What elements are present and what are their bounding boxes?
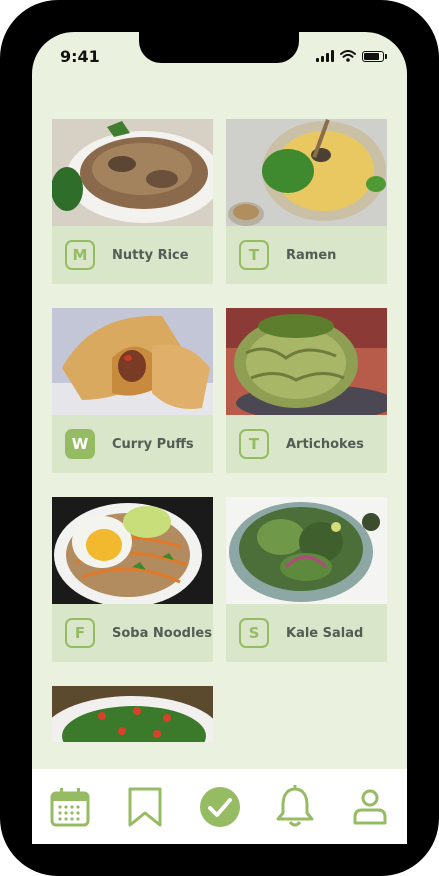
recipe-photo — [226, 497, 387, 604]
status-icons — [316, 50, 387, 62]
tab-calendar[interactable] — [47, 784, 93, 830]
recipe-label-row: T Artichokes — [226, 415, 387, 473]
recipe-card[interactable]: F Soba Noodles — [52, 497, 213, 662]
recipe-label-row: S Kale Salad — [226, 604, 387, 662]
recipe-card[interactable]: S Kale Salad — [226, 497, 387, 662]
day-badge: W — [65, 429, 95, 459]
recipe-name: Artichokes — [286, 436, 364, 452]
recipe-name: Ramen — [286, 247, 337, 263]
recipe-card[interactable]: T Ramen — [226, 119, 387, 284]
recipe-name: Soba Noodles — [112, 625, 212, 641]
battery-icon — [362, 50, 384, 62]
recipe-name: Curry Puffs — [112, 436, 194, 452]
check-circle-icon — [199, 786, 240, 827]
user-icon — [353, 789, 386, 824]
recipe-photo — [226, 308, 387, 415]
recipe-photo — [52, 119, 213, 226]
calendar-icon — [50, 787, 89, 826]
day-badge: T — [239, 429, 269, 459]
recipe-photo — [226, 119, 387, 226]
recipe-name: Nutty Rice — [112, 247, 189, 263]
recipe-photo — [52, 308, 213, 415]
tab-done[interactable] — [197, 784, 243, 830]
bell-icon — [276, 784, 313, 826]
tab-bar — [32, 769, 407, 844]
recipe-card-partial[interactable] — [52, 686, 213, 742]
day-badge: S — [239, 618, 269, 648]
tab-notifications[interactable] — [272, 784, 318, 830]
bookmark-icon — [128, 787, 161, 826]
tab-profile[interactable] — [347, 784, 393, 830]
app-screen: 9:41 M Nutty Rice T Ramen W Curry Puffs … — [32, 32, 407, 844]
recipe-photo — [52, 497, 213, 604]
recipe-label-row: T Ramen — [226, 226, 387, 284]
recipe-card[interactable]: M Nutty Rice — [52, 119, 213, 284]
signal-icon — [316, 50, 334, 62]
recipe-name: Kale Salad — [286, 625, 364, 641]
recipe-label-row: W Curry Puffs — [52, 415, 213, 473]
status-time: 9:41 — [60, 47, 100, 66]
day-badge: T — [239, 240, 269, 270]
recipe-label-row: M Nutty Rice — [52, 226, 213, 284]
recipe-photo — [52, 686, 213, 742]
wifi-icon — [340, 50, 356, 62]
recipe-card[interactable]: T Artichokes — [226, 308, 387, 473]
recipe-label-row: F Soba Noodles — [52, 604, 213, 662]
day-badge: F — [65, 618, 95, 648]
recipe-card[interactable]: W Curry Puffs — [52, 308, 213, 473]
phone-frame: 9:41 M Nutty Rice T Ramen W Curry Puffs … — [0, 0, 439, 876]
day-badge: M — [65, 240, 95, 270]
tab-bookmarks[interactable] — [122, 784, 168, 830]
notch — [139, 32, 299, 63]
